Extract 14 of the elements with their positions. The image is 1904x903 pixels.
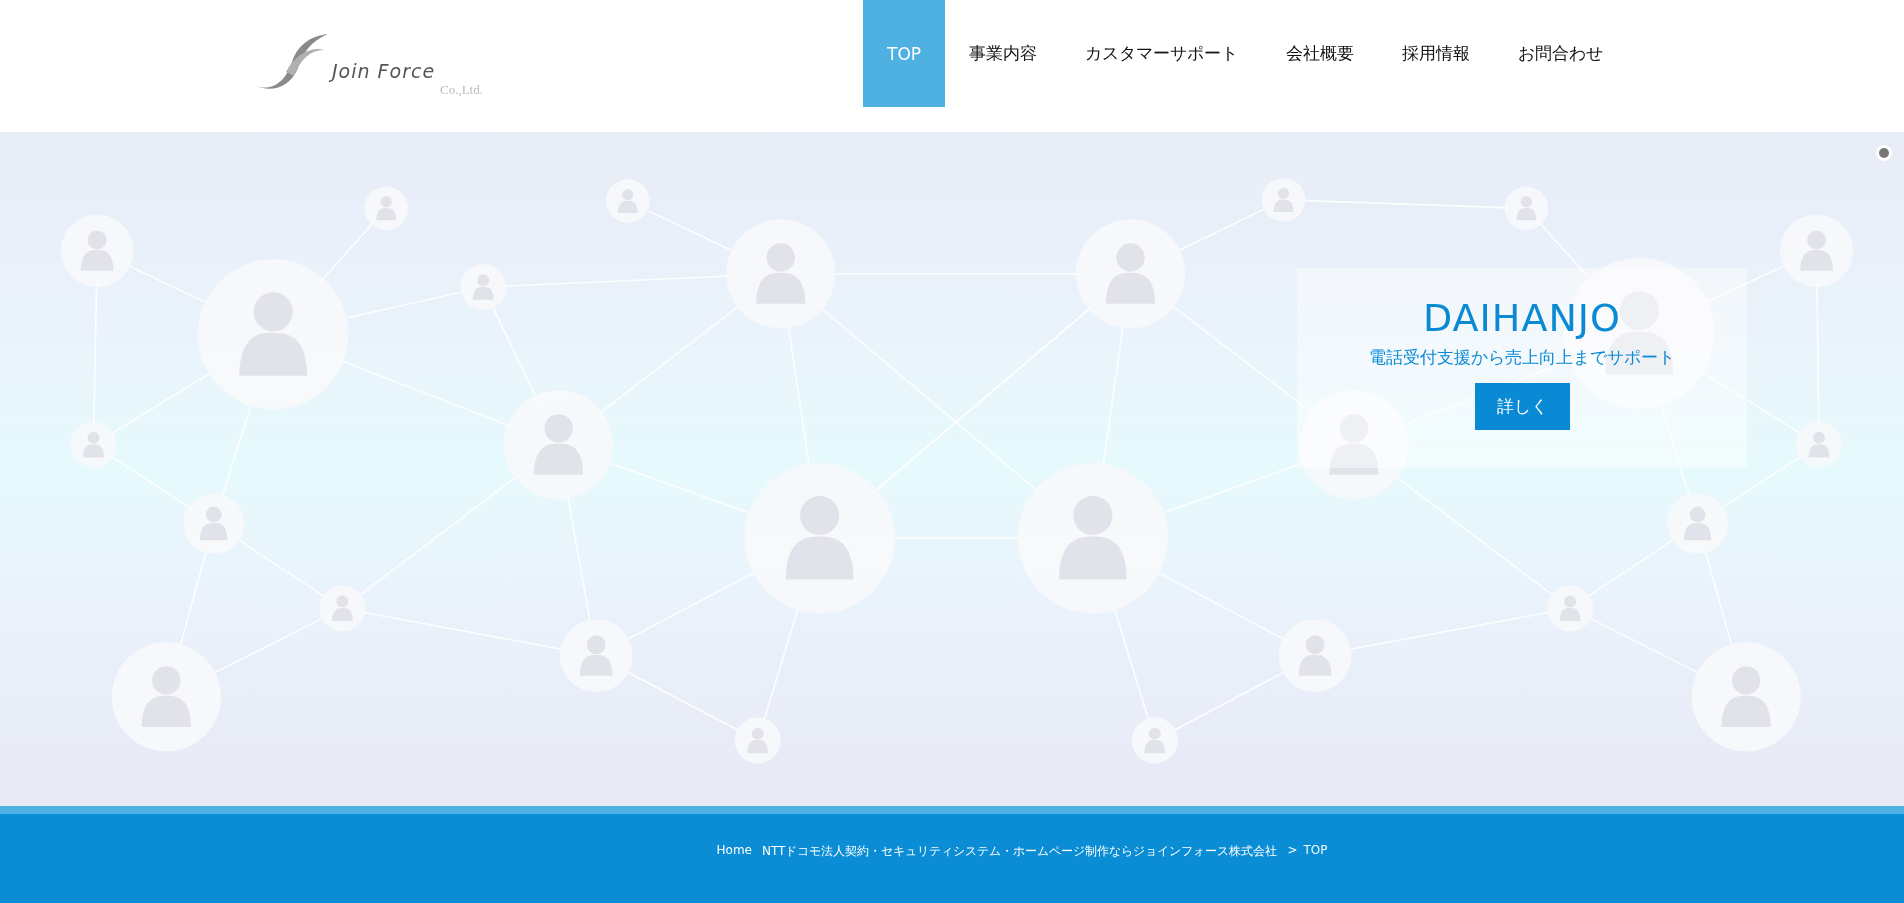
nav-link[interactable]: カスタマーサポート	[1061, 0, 1263, 107]
logo-suffix: Co.,Ltd.	[440, 82, 483, 98]
separator-glyph: >	[1287, 843, 1298, 857]
slider-dot[interactable]	[1876, 145, 1892, 161]
breadcrumb-link[interactable]: Home	[716, 843, 752, 857]
nav-link[interactable]: お問合わせ	[1494, 0, 1628, 107]
details-button[interactable]: 詳しく	[1474, 383, 1570, 430]
breadcrumb-link[interactable]: NTTドコモ法人契約・セキュリティシステム・ホームページ制作ならジョインフォース株式会社	[761, 843, 1278, 860]
hero-subtitle: 電話受付支援から売上向上までサポート	[1369, 346, 1675, 369]
company-logo[interactable]: Join Force Co.,Ltd.	[250, 30, 490, 102]
nav-link[interactable]: 採用情報	[1378, 0, 1495, 107]
hero-title: DAIHANJO	[1423, 296, 1621, 340]
nav-link[interactable]: 事業内容	[945, 0, 1062, 107]
nav-link[interactable]: 会社概要	[1262, 0, 1379, 107]
